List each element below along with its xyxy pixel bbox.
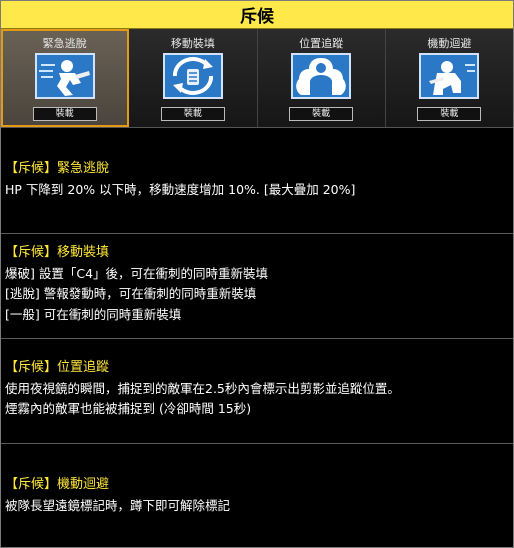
section-divider (1, 443, 513, 444)
skill-description-line: [逃脫] 警報發動時，可在衝刺的同時重新裝填 (5, 286, 257, 301)
skill-description-mobile-evasion: 【斥候】機動迴避 被隊長望遠鏡標記時，蹲下即可解除標記 (1, 475, 513, 516)
skill-description-line: 被隊長望遠鏡標記時，蹲下即可解除標記 (5, 497, 231, 513)
skill-description-heading: 【斥候】緊急逃脫 (5, 161, 110, 176)
tracked-soldier-icon (291, 53, 352, 99)
skill-description-emergency-escape: 【斥候】緊急逃脫 HP 下降到 20% 以下時，移動速度增加 10%. [最大疊… (1, 159, 513, 200)
skill-description-position-tracking: 【斥候】位置追蹤 使用夜視鏡的瞬間，捕捉到的敵軍在2.5秒內會標示出剪影並追蹤位… (1, 358, 513, 420)
class-title: 斥候 (1, 1, 513, 29)
skill-description-heading: 【斥候】位置追蹤 (5, 360, 110, 375)
equip-button[interactable]: 裝載 (32, 107, 97, 121)
skill-description-line: [一般] 可在衝刺的同時重新裝填 (5, 306, 182, 322)
skill-slot-position-tracking[interactable]: 位置追蹤 裝載 (257, 29, 386, 127)
equip-button[interactable]: 裝載 (289, 107, 354, 121)
skill-slot-emergency-escape[interactable]: 緊急逃脫 裝載 (1, 29, 130, 127)
equip-button[interactable]: 裝載 (160, 107, 225, 121)
skill-slot-moving-reload[interactable]: 移動裝填 裝載 (129, 29, 258, 127)
crouching-soldier-icon (419, 53, 480, 99)
skill-panel: 斥候 緊急逃脫 裝載 移動裝填 裝載 位置追蹤 裝載 機動迴避 裝載 【斥候】緊… (0, 0, 514, 548)
skill-description-line: 爆破] 設置「C4」後，可在衝刺的同時重新裝填 (5, 265, 269, 281)
skill-name: 緊急逃脫 (42, 37, 87, 50)
skill-name: 移動裝填 (170, 37, 215, 50)
skill-description-heading: 【斥候】機動迴避 (5, 477, 110, 492)
running-soldier-icon (34, 53, 95, 99)
skill-description-heading: 【斥候】移動裝填 (5, 245, 110, 260)
skill-description-moving-reload: 【斥候】移動裝填 爆破] 設置「C4」後，可在衝刺的同時重新裝填 [逃脫] 警報… (1, 243, 513, 325)
equip-button[interactable]: 裝載 (417, 107, 482, 121)
section-divider (1, 233, 513, 234)
skill-name: 機動迴避 (427, 37, 472, 50)
skill-slot-mobile-evasion[interactable]: 機動迴避 裝載 (385, 29, 513, 127)
skill-description-line: HP 下降到 20% 以下時，移動速度增加 10%. [最大疊加 20%] (5, 181, 356, 197)
skill-name: 位置追蹤 (299, 37, 344, 50)
reload-arrows-icon (162, 53, 223, 99)
skill-selector: 緊急逃脫 裝載 移動裝填 裝載 位置追蹤 裝載 機動迴避 裝載 (1, 29, 513, 128)
section-divider (1, 338, 513, 339)
skill-description-line: 使用夜視鏡的瞬間，捕捉到的敵軍在2.5秒內會標示出剪影並追蹤位置。 (5, 380, 400, 396)
skill-description-line: 煙霧內的敵軍也能被捕捉到 (冷卻時間 15秒) (5, 401, 252, 416)
